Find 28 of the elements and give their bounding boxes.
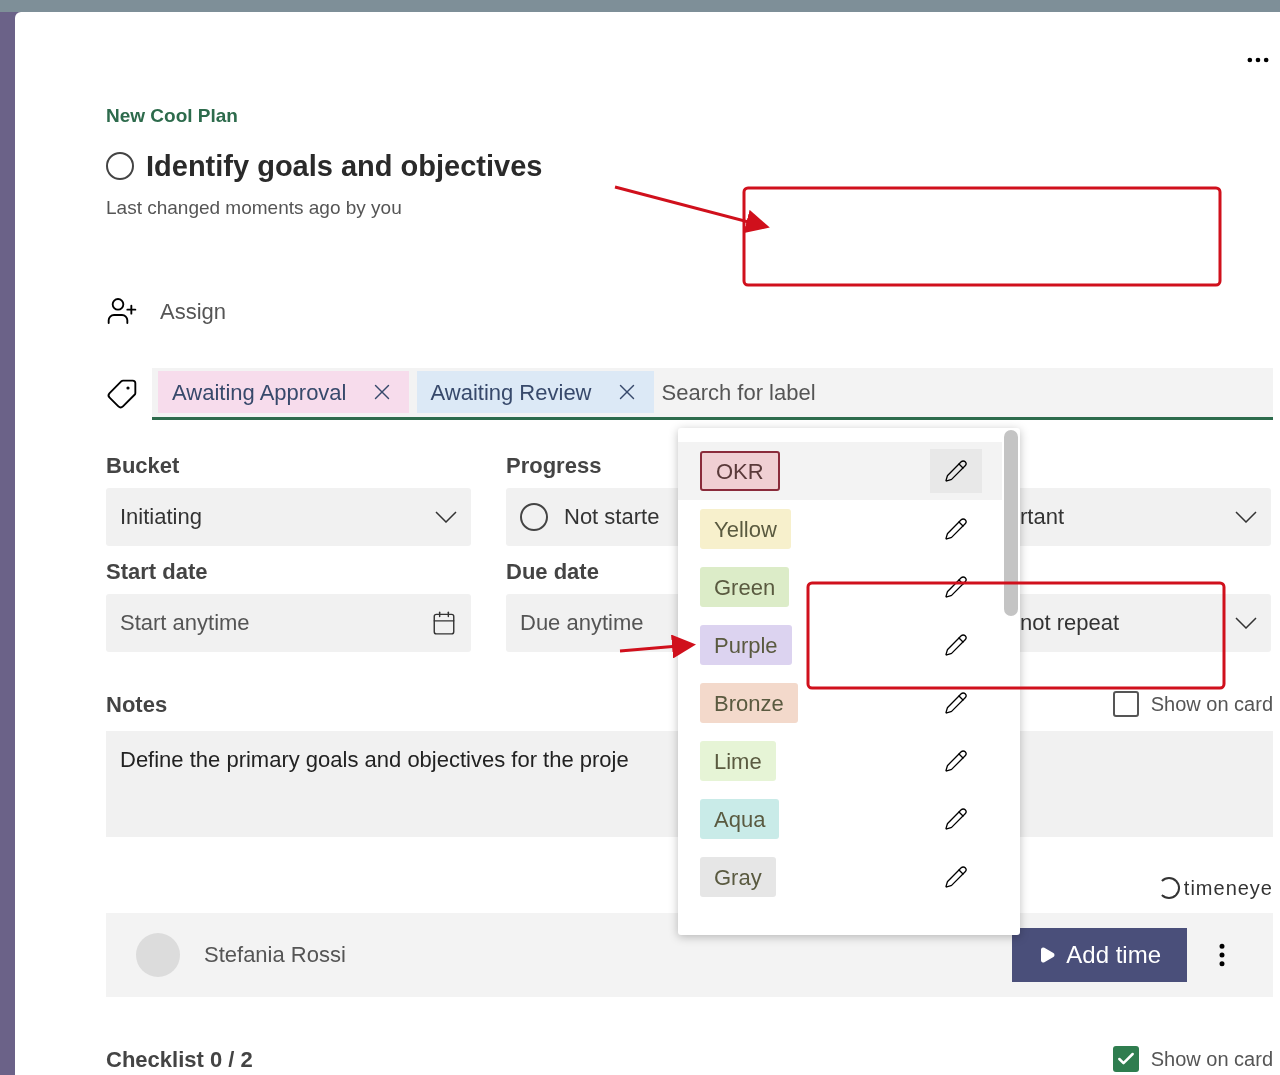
field-value: Not starte (564, 503, 660, 531)
field-label: Due date (506, 558, 599, 586)
chip-text: Awaiting Approval (172, 378, 347, 407)
label-pill: Yellow (700, 509, 791, 549)
show-on-card-label: Show on card (1150, 1047, 1273, 1072)
brand-name: timeneye (1183, 875, 1273, 901)
field-value: Start anytime (120, 609, 251, 637)
chip-text: Awaiting Review (430, 378, 592, 407)
field-value: rtant (1020, 503, 1065, 531)
checklist-label: Checklist 0 / 2 (106, 1045, 253, 1074)
notes-label: Notes (106, 690, 168, 719)
field-value: Due anytime (520, 609, 644, 637)
label-pill: Lime (700, 741, 776, 781)
label-pill: Purple (700, 625, 792, 665)
show-on-card-label: Show on card (1150, 692, 1273, 717)
field-label: Start date (106, 558, 208, 586)
field-value: Initiating (120, 503, 202, 531)
label-pill: OKR (700, 451, 780, 491)
label-pill: Gray (700, 857, 776, 897)
field-label: Progress (506, 452, 602, 480)
label-pill: Green (700, 567, 790, 607)
last-changed-text: Last changed moments ago by you (106, 196, 402, 220)
field-value: not repeat (1020, 609, 1120, 637)
label-pill: Bronze (700, 683, 798, 723)
label-pill: Aqua (700, 799, 780, 839)
task-title: Identify goals and objectives (146, 148, 543, 184)
field-label: Bucket (106, 452, 180, 480)
user-name: Stefania Rossi (204, 941, 347, 969)
